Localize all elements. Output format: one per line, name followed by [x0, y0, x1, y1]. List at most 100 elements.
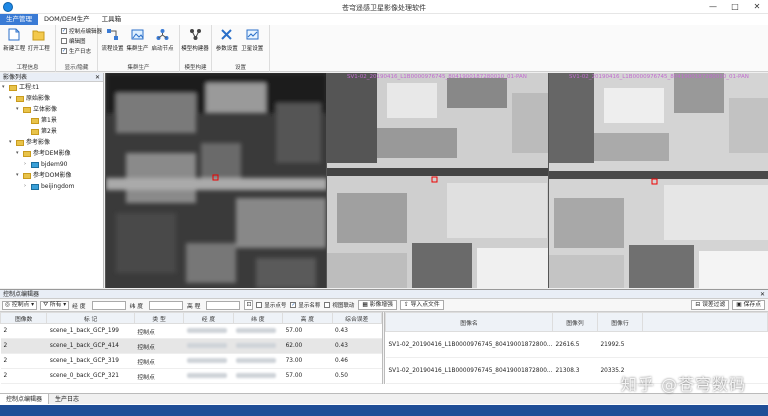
window-title: 苍穹遥感卫星影像处理软件 [342, 4, 426, 12]
apply-icon[interactable]: ⊡ [244, 300, 254, 310]
model-builder-icon [189, 28, 202, 41]
raster-layer-icon [31, 183, 39, 190]
tree-node[interactable]: 第2景 [0, 126, 103, 137]
tree-node[interactable]: › bjdem90 [0, 159, 103, 170]
tree-node[interactable]: ▾ 参考影像 [0, 137, 103, 148]
tab-production-log[interactable]: 生产日志 [49, 394, 85, 404]
tab-gcp-editor[interactable]: 控制点编辑器 [0, 394, 50, 404]
collapse-icon[interactable]: ▾ [9, 93, 15, 104]
tree-node[interactable]: ▾ 原始影像 [0, 93, 103, 104]
maximize-button[interactable]: □ [724, 0, 746, 14]
tree-node[interactable]: ▾ 参考DOM影像 [0, 170, 103, 181]
image-view-scene-2[interactable]: SV1-02_20190416_L1B0000976745_8041900187… [548, 73, 768, 288]
tree-node[interactable]: › beijingdom [0, 181, 103, 192]
tab-production-management[interactable]: 生产管理 [0, 14, 38, 25]
folder-icon [31, 117, 39, 124]
folder-icon [9, 84, 17, 91]
save-icon: ▣ [736, 302, 742, 308]
title-bar: 苍穹遥感卫星影像处理软件 — □ ✕ [0, 0, 768, 14]
close-icon[interactable]: ✕ [760, 290, 765, 299]
table-row[interactable]: 2 scene_1_back_GCP_319 控制点 73.00 0.46 [0, 353, 382, 369]
image-filename-label: SV1-02_20190416_L1B0000976745_8041900187… [347, 74, 527, 80]
image-filename-label: SV1-02_20190416_L1B0000976745_8041900187… [569, 74, 749, 80]
image-enhance-button[interactable]: ▦ 影像增强 [358, 300, 397, 310]
filter-error-icon: ⊟ [695, 302, 701, 308]
satellite-image [549, 73, 768, 288]
show-id-checkbox[interactable]: 显示点号 [256, 300, 286, 310]
point-type-select[interactable]: ◎ 控制点 ▾ [2, 300, 38, 310]
collapse-icon[interactable]: ▾ [16, 170, 22, 181]
close-icon[interactable]: ✕ [95, 73, 100, 82]
table-row[interactable]: 2 scene_1_back_GCP_414 控制点 62.00 0.43 [0, 338, 382, 354]
tree-node[interactable]: ▾ 立体影像 [0, 104, 103, 115]
close-button[interactable]: ✕ [746, 0, 768, 14]
save-points-button[interactable]: ▣ 保存点 [732, 300, 765, 310]
folder-icon [31, 128, 39, 135]
height-input[interactable] [206, 300, 241, 310]
raster-layer-icon [31, 161, 39, 168]
redacted-value [236, 372, 277, 378]
satellite-image-blurred [106, 73, 326, 288]
tab-dom-dem-production[interactable]: DOM/DEM生产 [38, 14, 96, 25]
group-model-build: 模型构建器 模型构建 [180, 25, 212, 72]
redacted-value [186, 342, 227, 348]
redacted-value [186, 372, 227, 378]
watermark: 知乎 @苍穹数码 [620, 375, 746, 394]
network-node-icon [156, 28, 169, 41]
redacted-value [236, 327, 277, 333]
collapse-icon[interactable]: ▾ [2, 82, 8, 93]
workflow-icon [106, 28, 119, 41]
tree-node[interactable]: ▾ 参考DEM影像 [0, 148, 103, 159]
longitude-input[interactable] [91, 300, 126, 310]
expand-icon[interactable]: › [24, 159, 30, 170]
checkbox-icon: ✓ [61, 28, 67, 34]
tree-node[interactable]: ▾ 工程:t1 [0, 82, 103, 93]
table-row[interactable]: 2 scene_0_back_GCP_321 控制点 57.00 0.50 [0, 368, 382, 384]
filter-select[interactable]: ⛛ 所有 ▾ [40, 300, 70, 310]
redacted-value [186, 327, 227, 333]
editor-toolbar: ◎ 控制点 ▾ ⛛ 所有 ▾ 经 度 纬 度 高 程 ⊡ 显示点号 ✓ 显示名称 … [0, 299, 768, 312]
image-tree: ▾ 工程:t1 ▾ 原始影像 ▾ 立体影像 第1景 第2景 ▾ 参考影像 ▾ 参考DEM影… [0, 82, 103, 192]
satellite-image [327, 73, 548, 288]
folder-icon [23, 106, 31, 113]
target-icon: ◎ [5, 301, 11, 308]
production-log-checkbox[interactable]: ✓ 生产日志 [61, 46, 102, 56]
collapse-icon[interactable]: ▾ [9, 137, 15, 148]
expand-icon[interactable]: › [24, 181, 30, 192]
checkbox-icon [256, 302, 263, 308]
checkbox-icon: ✓ [290, 302, 297, 308]
collapse-icon[interactable]: ▾ [16, 148, 22, 159]
tree-node[interactable]: 第1景 [0, 115, 103, 126]
edit-map-checkbox[interactable]: 编辑图 [61, 36, 102, 46]
table-row[interactable]: 2 scene_1_back_GCP_199 控制点 57.00 0.43 [0, 323, 382, 339]
tools-icon [220, 28, 233, 41]
group-label: 工程信息 [16, 65, 39, 71]
group-cluster-production: 流程设置 集群生产 启动节点 集群生产 [98, 25, 180, 72]
view-link-checkbox[interactable]: 视图联动 [324, 300, 354, 310]
gcp-editor-checkbox[interactable]: ✓ 控制点编辑器 [61, 26, 102, 36]
panel-header: 影像列表 ✕ [0, 73, 103, 82]
checkbox-icon [61, 38, 67, 44]
checkbox-icon: ✓ [61, 48, 67, 54]
redacted-value [236, 357, 277, 363]
image-view-reference[interactable] [105, 73, 326, 288]
folder-icon [16, 95, 24, 102]
gcp-table: 图像数 标 记 类 型 经 度 纬 度 高 度 综合误差 2 scene_1_b… [0, 312, 383, 384]
image-view-scene-1[interactable]: SV1-02_20190416_L1B0000976745_8041900187… [326, 73, 548, 288]
new-file-icon [8, 28, 21, 41]
image-stack-icon [131, 28, 144, 41]
collapse-icon[interactable]: ▾ [16, 104, 22, 115]
group-settings: 参数设置 卫星设置 设置 [212, 25, 270, 72]
minimize-button[interactable]: — [702, 0, 724, 14]
tab-toolbox[interactable]: 工具箱 [96, 14, 128, 25]
redacted-value [186, 357, 227, 363]
ribbon-tabs: 生产管理 DOM/DEM生产 工具箱 [0, 14, 768, 25]
error-filter-button[interactable]: ⊟ 误差过滤 [691, 300, 730, 310]
table-row[interactable]: SV1-02_20190416_L1B0000976745_8041900187… [385, 331, 768, 359]
open-folder-icon [32, 28, 45, 41]
import-points-button[interactable]: ⇪ 导入点文件 [399, 300, 444, 310]
redacted-value [236, 342, 277, 348]
panel-header: 控制点编辑器 ✕ [0, 290, 768, 299]
show-name-checkbox[interactable]: ✓ 显示名称 [290, 300, 320, 310]
latitude-input[interactable] [149, 300, 184, 310]
